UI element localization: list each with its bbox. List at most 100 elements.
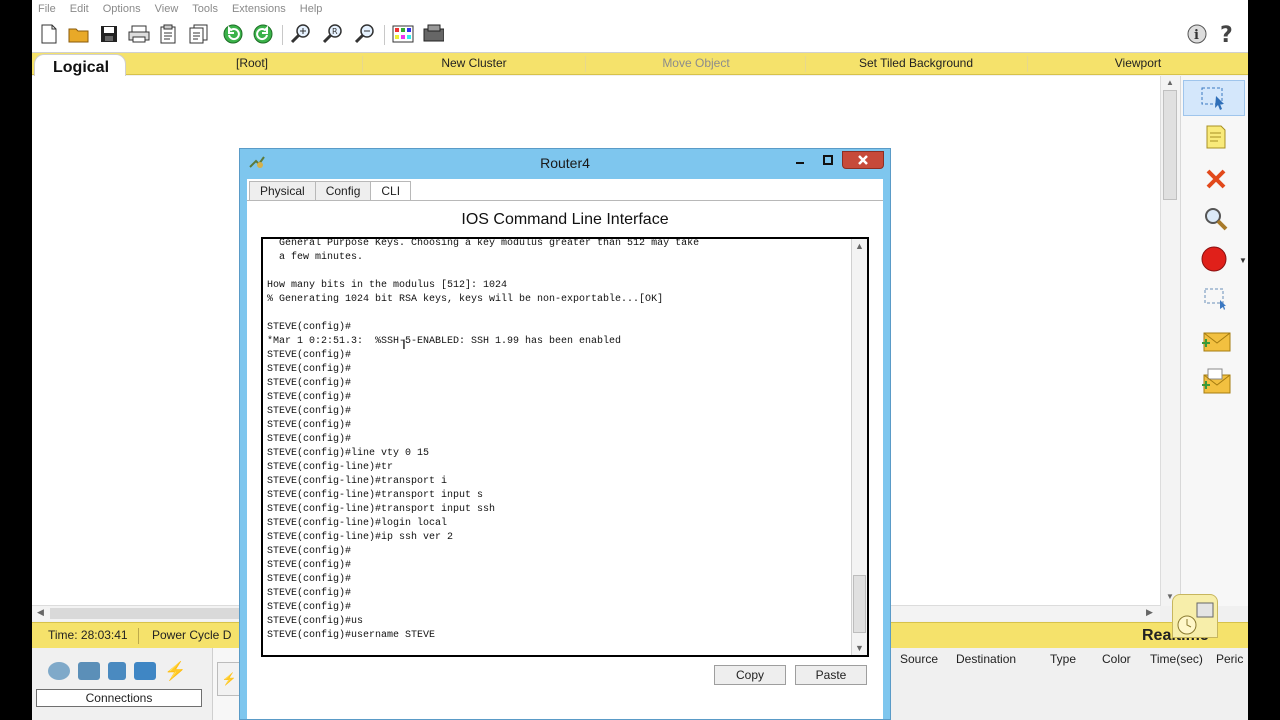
simulation-time: Time: 28:03:41	[38, 628, 139, 644]
terminal-line: STEVE(config-line)#tr	[267, 462, 394, 473]
horizontal-scroll-thumb[interactable]	[50, 608, 240, 619]
terminal-scroll-down-icon[interactable]: ▼	[855, 643, 864, 653]
resize-shape-icon[interactable]	[1199, 284, 1233, 314]
paste-button[interactable]: Paste	[795, 665, 867, 685]
maximize-button[interactable]	[814, 151, 842, 169]
open-folder-icon[interactable]	[68, 23, 90, 45]
routers-category-icon[interactable]	[48, 662, 70, 680]
menu-extensions[interactable]: Extensions	[232, 3, 286, 15]
terminal-scroll-thumb[interactable]	[853, 575, 866, 633]
terminal-line: STEVE(config)#	[267, 350, 352, 361]
move-object-button[interactable]: Move Object	[634, 56, 758, 70]
terminal-line: STEVE(config)#	[267, 546, 352, 557]
new-cluster-button[interactable]: New Cluster	[412, 56, 536, 70]
right-black-margin	[1248, 0, 1280, 720]
left-black-margin	[0, 0, 32, 720]
switches-category-icon[interactable]	[78, 662, 100, 680]
router-window-body: Physical Config CLI IOS Command Line Int…	[247, 179, 883, 719]
add-simple-pdu-icon[interactable]	[1199, 326, 1233, 356]
auto-connection-icon[interactable]: ⚡	[217, 662, 241, 696]
add-complex-pdu-icon[interactable]	[1199, 366, 1233, 396]
vertical-scroll-thumb[interactable]	[1163, 90, 1177, 200]
select-tool[interactable]	[1183, 80, 1245, 116]
terminal-line: STEVE(config)#username STEVE	[267, 630, 436, 641]
terminal-line: STEVE(config-line)#login local	[267, 518, 448, 529]
copy-button[interactable]: Copy	[714, 665, 786, 685]
router-tabs: Physical Config CLI	[249, 181, 412, 201]
zoom-out-icon[interactable]	[354, 23, 376, 45]
draw-shape-dropdown-icon[interactable]: ▼	[1239, 256, 1247, 265]
svg-text:R: R	[332, 27, 338, 36]
save-icon[interactable]	[98, 23, 120, 45]
new-file-icon[interactable]	[38, 23, 60, 45]
menu-options[interactable]: Options	[103, 3, 141, 15]
zoom-in-icon[interactable]	[290, 23, 312, 45]
info-icon[interactable]: i	[1186, 23, 1208, 45]
hubs-category-icon[interactable]	[108, 662, 126, 680]
help-question-icon[interactable]: ?	[1216, 23, 1238, 46]
menu-file[interactable]: File	[38, 3, 56, 15]
svg-text:i: i	[1194, 28, 1199, 43]
root-link[interactable]: [Root]	[212, 56, 292, 70]
terminal-line: % Generating 1024 bit RSA keys, keys wil…	[267, 294, 664, 305]
wireless-category-icon[interactable]	[134, 662, 156, 680]
pdu-col-source: Source	[900, 652, 939, 666]
note-tool-icon[interactable]	[1199, 122, 1233, 152]
terminal-line: STEVE(config)#	[267, 364, 352, 375]
realtime-clock-icon[interactable]	[1172, 594, 1218, 638]
cli-terminal[interactable]: General Purpose Keys. Choosing a key mod…	[261, 237, 869, 657]
menu-edit[interactable]: Edit	[70, 3, 89, 15]
logical-bar-divider	[805, 56, 806, 72]
print-icon[interactable]	[128, 23, 150, 45]
copy-icon[interactable]	[188, 23, 210, 45]
logical-bar-divider	[585, 56, 586, 72]
toolbar-separator	[384, 25, 385, 45]
terminal-line: How many bits in the modulus [512]: 1024	[267, 280, 508, 291]
logical-bar-divider	[362, 56, 363, 72]
menu-view[interactable]: View	[155, 3, 179, 15]
tab-physical[interactable]: Physical	[249, 181, 316, 201]
connections-label: Connections	[36, 689, 202, 707]
power-cycle-devices-button[interactable]: Power Cycle D	[152, 628, 231, 642]
terminal-line: STEVE(config)#	[267, 574, 352, 585]
cli-heading: IOS Command Line Interface	[461, 211, 669, 228]
redo-icon[interactable]	[252, 23, 274, 45]
zoom-reset-icon[interactable]: R	[322, 23, 344, 45]
inspect-tool-icon[interactable]	[1199, 204, 1233, 234]
connections-category-icon[interactable]: ⚡	[164, 662, 186, 680]
activity-wizard-icon[interactable]	[158, 23, 180, 45]
terminal-line: STEVE(config)#	[267, 602, 352, 613]
custom-device-icon[interactable]	[422, 23, 444, 45]
close-button[interactable]	[842, 151, 884, 169]
device-category-bar: ⚡	[38, 656, 208, 686]
pdu-col-color: Color	[1102, 652, 1131, 666]
undo-icon[interactable]	[222, 23, 244, 45]
workspace-vertical-scrollbar[interactable]: ▲ ▼	[1160, 76, 1180, 606]
text-cursor-icon: I	[402, 336, 406, 352]
scroll-up-icon[interactable]: ▲	[1166, 78, 1174, 87]
scroll-right-icon[interactable]: ▶	[1146, 607, 1153, 618]
terminal-line: *Mar 1 0:2:51.3: %SSH-5-ENABLED: SSH 1.9…	[267, 336, 622, 347]
menu-tools[interactable]: Tools	[192, 3, 218, 15]
set-tiled-background-button[interactable]: Set Tiled Background	[844, 56, 988, 70]
scroll-left-icon[interactable]: ◀	[37, 607, 44, 618]
connection-types-panel: ⚡	[212, 648, 242, 720]
terminal-line: STEVE(config-line)#transport input s	[267, 490, 484, 501]
terminal-scrollbar[interactable]: ▲ ▼	[851, 239, 867, 655]
minimize-button[interactable]	[786, 151, 814, 169]
tab-divider	[247, 200, 883, 201]
viewport-button[interactable]: Viewport	[1092, 56, 1184, 70]
tab-config[interactable]: Config	[314, 181, 372, 201]
delete-tool-icon[interactable]	[1199, 164, 1233, 194]
terminal-scroll-up-icon[interactable]: ▲	[855, 241, 864, 251]
terminal-line: STEVE(config-line)#transport i	[267, 476, 448, 487]
terminal-output[interactable]: General Purpose Keys. Choosing a key mod…	[267, 239, 847, 643]
palette-icon[interactable]	[392, 23, 414, 45]
logical-bar-divider	[1027, 56, 1028, 72]
draw-shape-icon[interactable]	[1199, 244, 1233, 274]
tab-cli[interactable]: CLI	[370, 181, 412, 201]
menu-bar: File Edit Options View Tools Extensions …	[32, 0, 1248, 17]
pdu-col-type: Type	[1050, 652, 1077, 666]
menu-help[interactable]: Help	[300, 3, 323, 15]
main-toolbar: R i ?	[32, 17, 1248, 53]
